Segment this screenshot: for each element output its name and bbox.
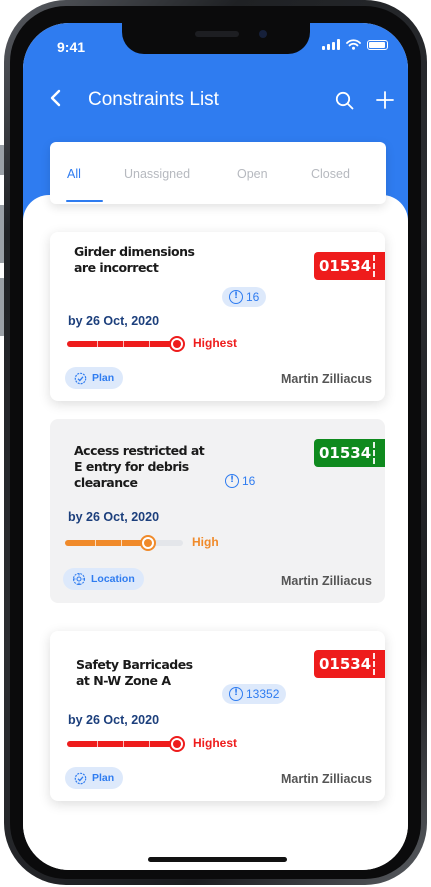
priority-label: High <box>192 535 219 549</box>
tab-closed[interactable]: Closed <box>311 167 350 181</box>
tab-all[interactable]: All <box>67 167 81 181</box>
status-icons <box>322 39 388 50</box>
signal-icon <box>322 39 340 50</box>
plan-icon <box>74 372 87 384</box>
constraint-id-badge: 01534 <box>314 650 385 678</box>
due-date: by 26 Oct, 2020 <box>68 314 160 328</box>
comment-count-badge: ! 16 <box>218 471 262 491</box>
front-camera <box>259 30 267 38</box>
comment-count: 16 <box>242 474 256 488</box>
speaker-grille <box>195 31 239 37</box>
priority-bar <box>67 736 185 752</box>
constraint-title: Girder dimensions are incorrect <box>74 244 195 275</box>
due-date: by 26 Oct, 2020 <box>68 713 160 727</box>
constraint-title: Safety Barricades at N-W Zone A <box>76 657 193 688</box>
priority-fill <box>67 741 177 747</box>
assignee-name: Martin Zilliacus <box>281 574 372 588</box>
search-icon[interactable] <box>335 91 355 111</box>
location-icon <box>72 572 86 586</box>
assignee-name: Martin Zilliacus <box>281 372 372 386</box>
active-tab-indicator <box>66 200 103 202</box>
category-tag[interactable]: Plan <box>65 367 124 389</box>
priority-bar <box>65 535 183 551</box>
constraint-id: 01534 <box>319 655 372 673</box>
page-title: Constraints List <box>88 89 219 110</box>
filter-tabs: All Unassigned Open Closed <box>50 142 386 204</box>
tab-open[interactable]: Open <box>237 167 268 181</box>
home-indicator[interactable] <box>148 857 287 862</box>
comment-count: 16 <box>246 290 260 304</box>
wifi-icon <box>346 39 361 50</box>
alert-icon: ! <box>229 290 243 304</box>
comment-count-badge: ! 13352 <box>222 684 287 704</box>
assignee-name: Martin Zilliacus <box>281 772 372 786</box>
priority-fill <box>65 540 150 546</box>
chevron-left-icon[interactable] <box>49 89 63 107</box>
priority-knob <box>169 336 185 352</box>
category-label: Plan <box>92 772 115 784</box>
constraint-title: Access restricted at E entry for debris … <box>74 443 205 490</box>
tab-unassigned[interactable]: Unassigned <box>124 167 190 181</box>
plan-icon <box>74 772 87 784</box>
priority-bar <box>67 336 185 352</box>
plus-icon[interactable] <box>375 90 395 110</box>
category-tag[interactable]: Location <box>63 568 144 590</box>
due-date: by 26 Oct, 2020 <box>68 510 160 524</box>
category-tag[interactable]: Plan <box>65 767 124 789</box>
alert-icon: ! <box>229 687 243 701</box>
constraint-card[interactable]: Girder dimensions are incorrect 01534 ! … <box>50 232 385 401</box>
constraint-id-badge: 01534 <box>314 439 385 467</box>
notch <box>122 23 310 54</box>
priority-fill <box>67 341 177 347</box>
status-time: 9:41 <box>57 39 86 55</box>
priority-knob <box>140 535 156 551</box>
constraint-id: 01534 <box>319 444 372 462</box>
category-label: Plan <box>92 372 115 384</box>
priority-label: Highest <box>193 336 238 350</box>
constraint-id-badge: 01534 <box>314 252 385 280</box>
comment-count-badge: ! 16 <box>222 287 267 307</box>
priority-knob <box>169 736 185 752</box>
constraint-card[interactable]: Access restricted at E entry for debris … <box>50 419 385 603</box>
alert-icon: ! <box>225 474 239 488</box>
constraint-id: 01534 <box>319 257 372 275</box>
app-screen: 9:41 Constraints List All Unassigned Ope… <box>23 23 408 870</box>
category-label: Location <box>91 573 135 585</box>
comment-count: 13352 <box>246 687 280 701</box>
constraint-card[interactable]: Safety Barricades at N-W Zone A 01534 ! … <box>50 631 385 801</box>
battery-icon <box>367 39 388 50</box>
priority-label: Highest <box>193 736 238 750</box>
